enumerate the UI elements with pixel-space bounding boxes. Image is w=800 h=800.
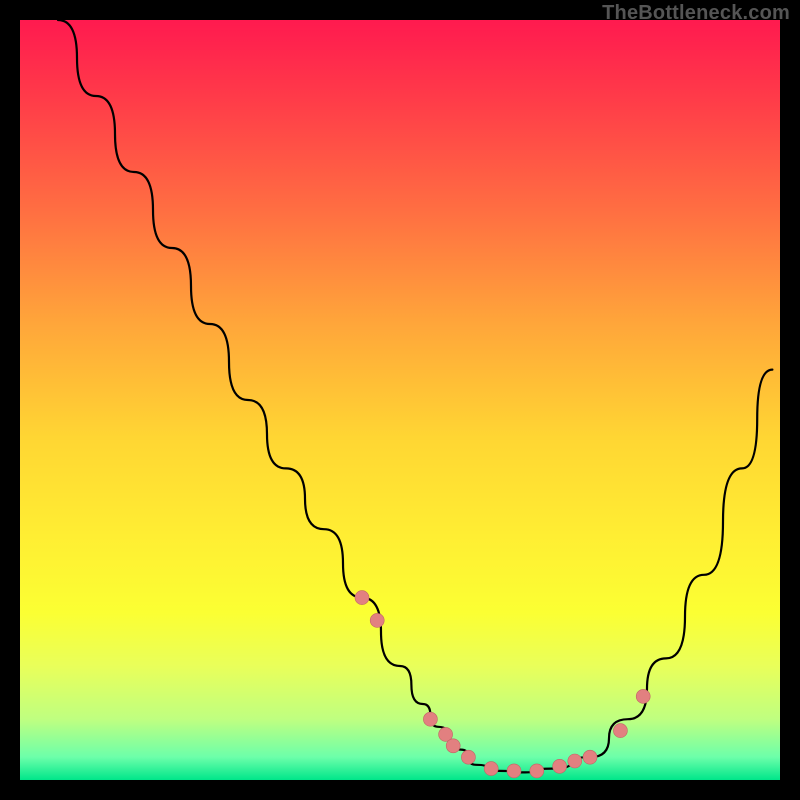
marker-dot xyxy=(423,712,437,726)
marker-dot xyxy=(613,724,627,738)
chart-frame: TheBottleneck.com xyxy=(0,0,800,800)
plot-area xyxy=(20,20,780,780)
marker-dot xyxy=(583,750,597,764)
marker-dot xyxy=(461,750,475,764)
marker-dot xyxy=(370,613,384,627)
bottleneck-curve xyxy=(58,20,772,772)
marker-dot xyxy=(484,762,498,776)
curve-svg xyxy=(20,20,780,780)
marker-dot xyxy=(568,754,582,768)
marker-dot xyxy=(446,739,460,753)
marker-dot xyxy=(530,764,544,778)
marker-dot xyxy=(553,759,567,773)
marker-dot xyxy=(636,689,650,703)
marker-dot xyxy=(355,591,369,605)
marker-dot xyxy=(507,764,521,778)
